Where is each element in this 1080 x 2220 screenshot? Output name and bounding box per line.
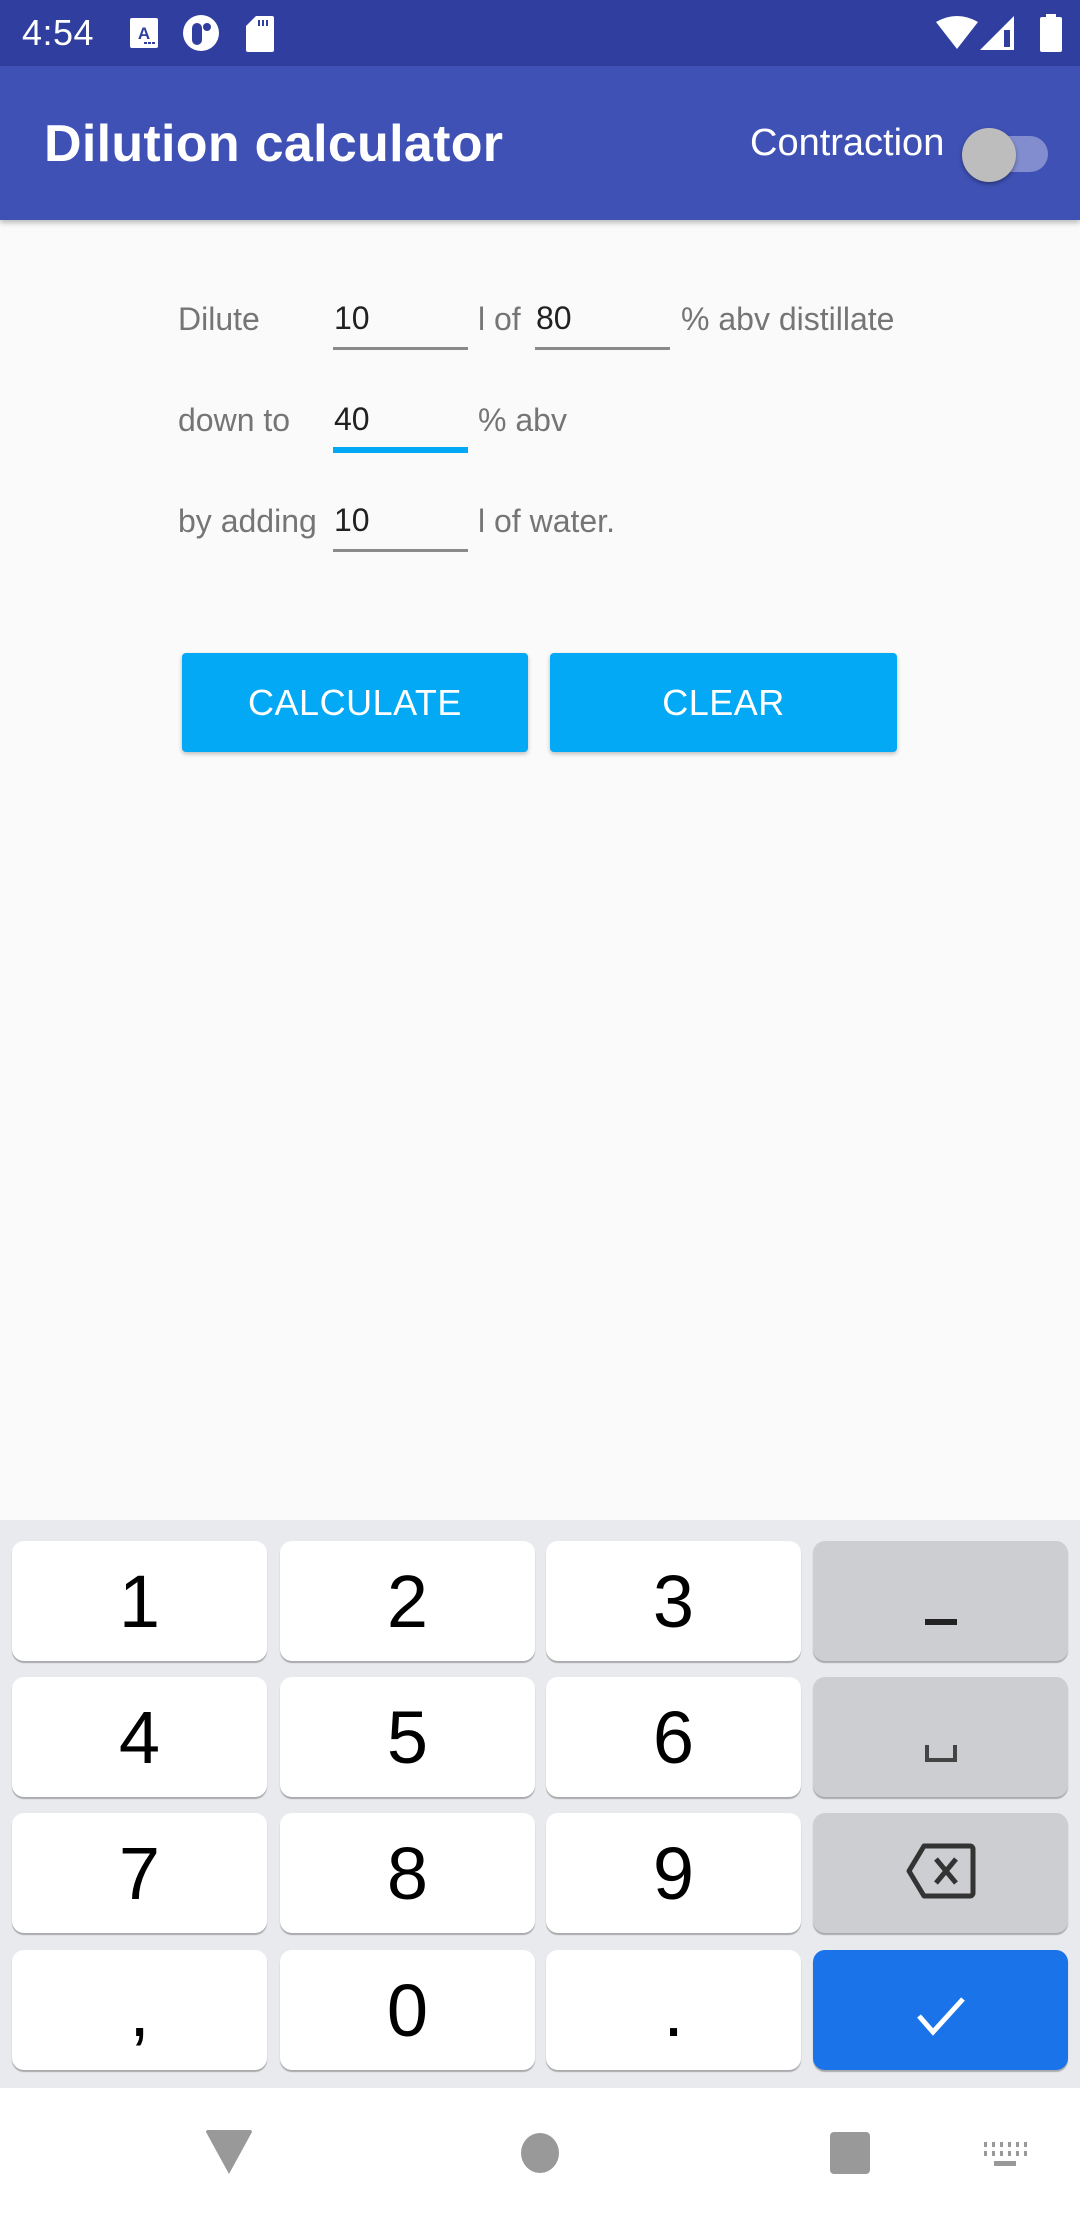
space-icon <box>924 1695 957 1780</box>
sd-card-icon <box>246 16 274 57</box>
distillate-volume-input[interactable] <box>333 290 468 346</box>
key-minus[interactable] <box>813 1541 1068 1661</box>
home-icon[interactable] <box>520 2132 560 2179</box>
field-underline <box>535 347 670 350</box>
by-adding-label: by adding <box>178 503 317 539</box>
field-underline <box>333 549 468 552</box>
calculate-button[interactable]: CALCULATE <box>182 653 528 752</box>
assistant-icon <box>182 14 220 57</box>
key-7[interactable]: 7 <box>12 1813 267 1933</box>
checkmark-icon <box>916 1968 966 2053</box>
toggle-thumb <box>962 128 1016 182</box>
cellular-signal-icon <box>980 16 1016 55</box>
water-volume-input[interactable] <box>333 492 468 548</box>
minus-icon <box>924 1559 957 1644</box>
field-underline <box>333 347 468 350</box>
key-space[interactable] <box>813 1677 1068 1797</box>
keyboard-switch-icon[interactable] <box>984 2142 1028 2173</box>
backspace-icon <box>906 1831 976 1916</box>
key-5[interactable]: 5 <box>280 1677 535 1797</box>
liters-of-label: l of <box>478 301 521 337</box>
status-time: 4:54 <box>22 12 95 53</box>
key-done[interactable] <box>813 1950 1068 2070</box>
key-8[interactable]: 8 <box>280 1813 535 1933</box>
key-0[interactable]: 0 <box>280 1950 535 2070</box>
svg-text:A: A <box>138 24 150 43</box>
status-bar: 4:54 A <box>0 0 1080 66</box>
water-volume-field[interactable] <box>333 492 468 552</box>
app-title: Dilution calculator <box>44 115 504 173</box>
key-1[interactable]: 1 <box>12 1541 267 1661</box>
field-underline-focused <box>333 447 468 453</box>
contraction-toggle-label: Contraction <box>750 122 945 164</box>
liters-of-water-label: l of water. <box>478 503 615 539</box>
navigation-bar <box>0 2088 1080 2220</box>
accessibility-text-icon: A <box>130 18 158 53</box>
key-9[interactable]: 9 <box>546 1813 801 1933</box>
target-abv-field[interactable] <box>333 391 468 453</box>
target-abv-input[interactable] <box>333 391 468 447</box>
back-icon[interactable] <box>206 2130 252 2179</box>
key-period[interactable]: . <box>546 1950 801 2070</box>
recents-icon[interactable] <box>830 2132 870 2179</box>
key-4[interactable]: 4 <box>12 1677 267 1797</box>
wifi-icon <box>936 16 978 55</box>
abv-label: % abv <box>478 402 567 438</box>
battery-icon <box>1040 14 1062 57</box>
distillate-abv-input[interactable] <box>535 290 670 346</box>
abv-distillate-label: % abv distillate <box>681 301 895 337</box>
key-backspace[interactable] <box>813 1813 1068 1933</box>
key-3[interactable]: 3 <box>546 1541 801 1661</box>
distillate-volume-field[interactable] <box>333 290 468 350</box>
dilute-label: Dilute <box>178 301 260 337</box>
key-6[interactable]: 6 <box>546 1677 801 1797</box>
key-comma[interactable]: , <box>12 1950 267 2070</box>
distillate-abv-field[interactable] <box>535 290 670 350</box>
app-bar: Dilution calculator Contraction <box>0 66 1080 220</box>
numeric-keyboard: 1 2 3 4 5 6 7 8 9 , 0 . <box>0 1520 1080 2088</box>
key-2[interactable]: 2 <box>280 1541 535 1661</box>
down-to-label: down to <box>178 402 291 438</box>
clear-button[interactable]: CLEAR <box>550 653 897 752</box>
contraction-toggle[interactable] <box>962 122 1048 182</box>
